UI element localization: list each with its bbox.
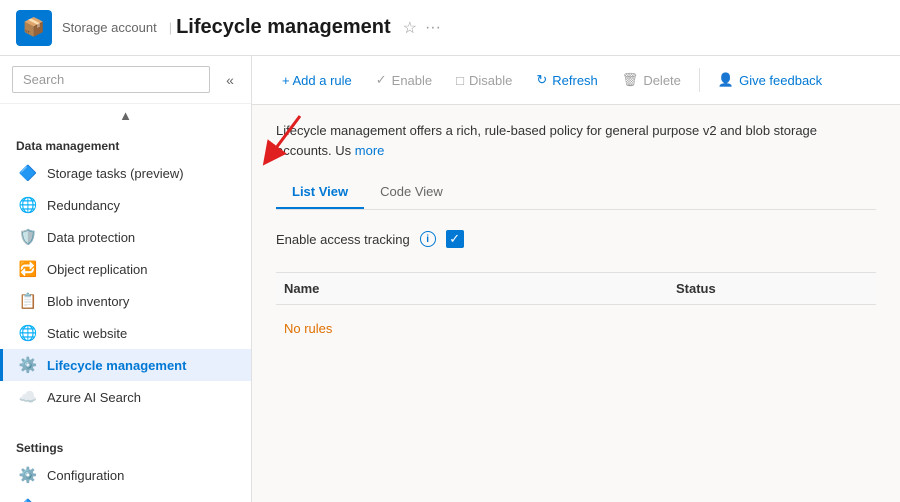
redundancy-icon: 🌐 [19,196,37,214]
data-management-section-label: Data management [0,127,251,157]
toolbar-divider [699,68,700,92]
sidebar-item-label: Lifecycle management [47,358,186,373]
enable-label: Enable [392,73,432,88]
tab-code-view[interactable]: Code View [364,176,459,209]
favorite-star-icon[interactable]: ☆ [403,18,417,38]
sidebar-item-label: Object replication [47,262,147,277]
more-options-icon[interactable]: ··· [425,19,441,37]
enable-access-tracking-checkbox[interactable]: ✓ [446,230,464,248]
chevron-up-icon: ▲ [119,108,132,123]
give-feedback-button[interactable]: 👤 Give feedback [708,66,832,94]
storage-account-icon: 📦 [16,10,52,46]
sidebar-item-configuration[interactable]: ⚙️ Configuration [0,459,251,491]
sidebar-item-data-lake-gen2[interactable]: 🔷 Data Lake Gen2 upgrade [0,491,251,502]
sidebar-item-label: Storage tasks (preview) [47,166,184,181]
main-panel: + Add a rule ✓ Enable □ Disable ↻ Refres… [252,56,900,502]
sidebar-item-data-protection[interactable]: 🛡️ Data protection [0,221,251,253]
more-link[interactable]: more [355,143,385,158]
data-lake-icon: 🔷 [19,498,37,502]
page-title: Lifecycle management [176,16,391,39]
info-icon[interactable]: i [420,231,436,247]
tab-list-view[interactable]: List View [276,176,364,209]
storage-tasks-icon: 🔷 [19,164,37,182]
refresh-label: Refresh [552,73,598,88]
sidebar-item-label: Static website [47,326,127,341]
disable-label: Disable [469,73,512,88]
sidebar-item-label: Blob inventory [47,294,129,309]
main-content: Lifecycle management offers a rich, rule… [252,105,900,502]
trash-icon: 🗑 [622,72,639,88]
static-website-icon: 🌐 [19,324,37,342]
tab-bar: List View Code View [276,176,876,210]
column-header-name: Name [276,281,676,296]
sidebar-item-label: Azure AI Search [47,390,141,405]
enable-access-tracking-row: Enable access tracking i ✓ [276,230,876,248]
lifecycle-management-icon: ⚙️ [19,356,37,374]
add-rule-button[interactable]: + Add a rule [272,67,362,94]
enable-button[interactable]: ✓ Enable [366,66,442,94]
sidebar: « ▲ Data management 🔷 Storage tasks (pre… [0,56,252,502]
sidebar-item-object-replication[interactable]: 🔁 Object replication [0,253,251,285]
table-header: Name Status [276,272,876,305]
sidebar-item-label: Redundancy [47,198,120,213]
object-replication-icon: 🔁 [19,260,37,278]
sidebar-item-redundancy[interactable]: 🌐 Redundancy [0,189,251,221]
info-text: Lifecycle management offers a rich, rule… [276,121,876,160]
sidebar-item-static-website[interactable]: 🌐 Static website [0,317,251,349]
delete-label: Delete [643,73,681,88]
refresh-button[interactable]: ↻ Refresh [526,66,607,94]
sidebar-item-azure-ai-search[interactable]: ☁️ Azure AI Search [0,381,251,413]
sidebar-item-storage-tasks[interactable]: 🔷 Storage tasks (preview) [0,157,251,189]
give-feedback-label: Give feedback [739,73,822,88]
feedback-icon: 👤 [718,72,734,88]
disable-button[interactable]: □ Disable [446,67,522,94]
sidebar-item-lifecycle-management[interactable]: ⚙️ Lifecycle management [0,349,251,381]
sidebar-item-label: Configuration [47,468,124,483]
delete-button[interactable]: 🗑 Delete [612,66,691,94]
toolbar: + Add a rule ✓ Enable □ Disable ↻ Refres… [252,56,900,105]
main-layout: « ▲ Data management 🔷 Storage tasks (pre… [0,56,900,502]
scroll-up-button[interactable]: ▲ [0,104,251,127]
checkmark-icon: ✓ [376,72,387,88]
top-header: 📦 Storage account | Lifecycle management… [0,0,900,56]
separator: | [169,20,172,35]
configuration-icon: ⚙️ [19,466,37,484]
no-rules-message: No rules [276,305,876,352]
blob-inventory-icon: 📋 [19,292,37,310]
settings-section-label: Settings [0,429,251,459]
sidebar-item-label: Data protection [47,230,135,245]
search-box: « [0,56,251,104]
refresh-icon: ↻ [536,72,547,88]
data-protection-icon: 🛡️ [19,228,37,246]
square-icon: □ [456,73,464,88]
sidebar-item-blob-inventory[interactable]: 📋 Blob inventory [0,285,251,317]
azure-ai-search-icon: ☁️ [19,388,37,406]
breadcrumb: Storage account [62,20,157,35]
column-header-status: Status [676,281,876,296]
search-input[interactable] [12,66,210,93]
enable-access-tracking-label: Enable access tracking [276,232,410,247]
collapse-sidebar-button[interactable]: « [218,68,242,92]
